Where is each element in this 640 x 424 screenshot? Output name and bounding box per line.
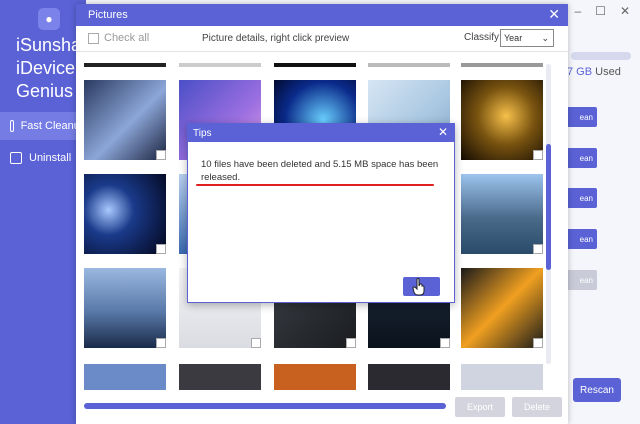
hand-cursor-icon	[412, 278, 425, 296]
photo-thumbnail[interactable]	[179, 364, 261, 390]
check-all-label: Check all	[104, 32, 150, 44]
sidebar-item-fast-cleanup[interactable]: Fast Cleanup	[0, 112, 86, 140]
pictures-titlebar: Pictures ✕	[76, 4, 568, 26]
photo-thumbnail[interactable]	[84, 80, 166, 160]
scrollbar-thumb[interactable]	[546, 144, 551, 270]
photo-checkbox[interactable]	[156, 338, 166, 348]
pictures-toolbar: Check all Picture details, right click p…	[76, 26, 568, 52]
photo-thumbnail[interactable]	[461, 268, 543, 348]
photo-thumbnail[interactable]	[461, 80, 543, 160]
photo-thumbnail[interactable]	[84, 174, 166, 254]
clean-button[interactable]: ean	[567, 229, 597, 249]
red-underline-annotation	[196, 184, 434, 186]
photo-thumbnail[interactable]	[461, 364, 543, 390]
clean-button[interactable]: ean	[567, 188, 597, 208]
photo-checkbox[interactable]	[346, 338, 356, 348]
photo-checkbox[interactable]	[533, 338, 543, 348]
photo-checkbox[interactable]	[440, 338, 450, 348]
photo-thumbnail[interactable]	[84, 364, 166, 390]
storage-used-label: Used	[595, 66, 621, 78]
thumb-strip	[368, 63, 450, 67]
trash-icon	[10, 152, 22, 164]
chevron-down-icon: ⌄	[541, 32, 549, 43]
tips-message: 10 files have been deleted and 5.15 MB s…	[201, 159, 439, 183]
photo-checkbox[interactable]	[156, 244, 166, 254]
right-panel: 7 GB Used ean ean ean ean ean Rescan	[567, 0, 640, 424]
sidebar-item-label: Uninstall	[29, 152, 72, 164]
thumb-strip	[274, 63, 356, 67]
clean-button[interactable]: ean	[567, 148, 597, 168]
tips-title: Tips	[193, 127, 212, 139]
sidebar-item-uninstall[interactable]: Uninstall	[0, 144, 86, 172]
close-icon[interactable]: ✕	[438, 126, 448, 138]
sidebar: ● iSunshare iDevice Genius Fast Cleanup …	[0, 0, 97, 424]
check-all[interactable]: Check all	[88, 32, 149, 44]
storage-text: 7 GB Used	[567, 66, 621, 78]
storage-used-value: 7 GB	[567, 66, 593, 78]
photo-thumbnail[interactable]	[274, 364, 356, 390]
thumb-strip	[84, 63, 166, 67]
storage-bar	[571, 52, 631, 60]
clean-button[interactable]: ean	[567, 270, 597, 290]
photo-checkbox[interactable]	[533, 244, 543, 254]
classify-value: Year	[504, 33, 523, 43]
classify-label: Classify:	[464, 32, 502, 43]
check-all-checkbox[interactable]	[88, 32, 99, 44]
photo-checkbox[interactable]	[156, 150, 166, 160]
thumb-strip	[179, 63, 261, 67]
details-hint: Picture details, right click preview	[202, 33, 350, 44]
clean-button[interactable]: ean	[567, 107, 597, 127]
cleanup-icon	[10, 120, 14, 132]
photo-checkbox[interactable]	[533, 150, 543, 160]
rescan-button[interactable]: Rescan	[573, 378, 621, 402]
tips-dialog: Tips ✕ 10 files have been deleted and 5.…	[187, 123, 455, 303]
progress-bar	[84, 403, 446, 409]
export-button[interactable]: Export	[455, 397, 505, 417]
photo-checkbox[interactable]	[251, 338, 261, 348]
close-icon[interactable]: ✕	[548, 7, 560, 21]
tips-titlebar: Tips ✕	[188, 124, 454, 142]
apple-logo-icon: ●	[38, 8, 60, 30]
delete-button[interactable]: Delete	[512, 397, 562, 417]
classify-select[interactable]: Year ⌄	[500, 29, 554, 47]
pictures-title: Pictures	[88, 9, 128, 21]
thumb-strip	[461, 63, 543, 67]
photo-thumbnail[interactable]	[84, 268, 166, 348]
photo-thumbnail[interactable]	[368, 364, 450, 390]
photo-thumbnail[interactable]	[461, 174, 543, 254]
